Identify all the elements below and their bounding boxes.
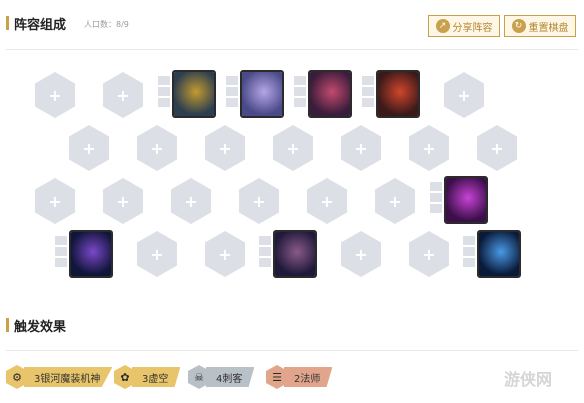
empty-slot-plus-icon: + [422, 244, 436, 264]
trait-mech[interactable]: ⚙ 3银河魔装机神 [6, 365, 113, 389]
empty-hex-slot[interactable]: + [341, 231, 381, 277]
trait-label: 3虚空 [132, 367, 181, 387]
traits-divider [6, 350, 578, 351]
empty-slot-plus-icon: + [354, 244, 368, 264]
empty-hex-slot[interactable]: + [409, 125, 449, 171]
empty-slot-plus-icon: + [116, 191, 130, 211]
champion-portrait [71, 232, 111, 276]
empty-hex-slot[interactable]: + [375, 178, 415, 224]
header-divider [6, 49, 578, 50]
reset-icon: ↻ [511, 19, 526, 33]
empty-hex-slot[interactable]: + [341, 125, 381, 171]
champion-portrait [378, 72, 418, 116]
empty-hex-slot[interactable]: + [171, 178, 211, 224]
empty-slot-plus-icon: + [354, 138, 368, 158]
item-slots [294, 76, 306, 109]
empty-slot-plus-icon: + [218, 244, 232, 264]
champion-slot-2[interactable] [240, 70, 284, 118]
title-accent-bar [6, 318, 9, 332]
reset-board-button[interactable]: ↻ 重置棋盘 [504, 15, 576, 37]
item-slots [259, 236, 271, 269]
population-value: 8/9 [116, 20, 129, 29]
empty-slot-plus-icon: + [490, 138, 504, 158]
champion-board: + + + + + + + + + + + + + + + + + + + + [0, 60, 584, 290]
item-slots [226, 76, 238, 109]
empty-slot-plus-icon: + [150, 244, 164, 264]
empty-slot-plus-icon: + [388, 191, 402, 211]
empty-hex-slot[interactable]: + [205, 231, 245, 277]
item-slots [362, 76, 374, 109]
trait-label: 2法师 [284, 367, 333, 387]
empty-slot-plus-icon: + [150, 138, 164, 158]
item-slots [55, 236, 67, 269]
champion-portrait [242, 72, 282, 116]
empty-slot-plus-icon: + [48, 191, 62, 211]
site-watermark: 游侠网 [504, 358, 578, 398]
empty-hex-slot[interactable]: + [103, 72, 143, 118]
champion-portrait [310, 72, 350, 116]
empty-hex-slot[interactable]: + [205, 125, 245, 171]
title-accent-bar [6, 16, 9, 30]
empty-slot-plus-icon: + [320, 191, 334, 211]
share-lineup-label: 分享阵容 [452, 22, 493, 34]
champion-slot-5[interactable] [444, 176, 488, 224]
champion-portrait [275, 232, 315, 276]
item-slots [463, 236, 475, 269]
empty-slot-plus-icon: + [252, 191, 266, 211]
champion-slot-6[interactable] [69, 230, 113, 278]
empty-hex-slot[interactable]: + [35, 178, 75, 224]
empty-slot-plus-icon: + [48, 85, 62, 105]
empty-hex-slot[interactable]: + [409, 231, 449, 277]
champion-portrait [479, 232, 519, 276]
champion-slot-7[interactable] [273, 230, 317, 278]
empty-slot-plus-icon: + [422, 138, 436, 158]
empty-hex-slot[interactable]: + [477, 125, 517, 171]
watermark-text: 游侠网 [504, 370, 553, 389]
traits-header: 触发效果 [0, 308, 584, 352]
population-indicator: 人口数：8/9 [84, 19, 129, 30]
empty-slot-plus-icon: + [82, 138, 96, 158]
empty-slot-plus-icon: + [184, 191, 198, 211]
share-icon: ↗ [435, 19, 450, 33]
empty-hex-slot[interactable]: + [35, 72, 75, 118]
champion-portrait [174, 72, 214, 116]
empty-slot-plus-icon: + [457, 85, 471, 105]
item-slots [430, 182, 442, 215]
empty-hex-slot[interactable]: + [137, 231, 177, 277]
traits-title: 触发效果 [14, 320, 67, 335]
trait-label: 3银河魔装机神 [24, 367, 113, 387]
empty-hex-slot[interactable]: + [69, 125, 109, 171]
empty-hex-slot[interactable]: + [103, 178, 143, 224]
empty-hex-slot[interactable]: + [307, 178, 347, 224]
trait-sorcerer[interactable]: ☰ 2法师 [266, 365, 333, 389]
population-label: 人口数： [84, 20, 116, 29]
champion-portrait [446, 178, 486, 222]
champion-slot-4[interactable] [376, 70, 420, 118]
empty-hex-slot[interactable]: + [273, 125, 313, 171]
item-slots [158, 76, 170, 109]
champion-slot-1[interactable] [172, 70, 216, 118]
champion-slot-3[interactable] [308, 70, 352, 118]
trait-label: 4刺客 [206, 367, 255, 387]
empty-slot-plus-icon: + [218, 138, 232, 158]
champion-slot-8[interactable] [477, 230, 521, 278]
empty-hex-slot[interactable]: + [444, 72, 484, 118]
empty-hex-slot[interactable]: + [239, 178, 279, 224]
empty-hex-slot[interactable]: + [137, 125, 177, 171]
trait-assassin[interactable]: ☠ 4刺客 [188, 365, 255, 389]
trait-void[interactable]: ✿ 3虚空 [114, 365, 181, 389]
reset-board-label: 重置棋盘 [528, 22, 569, 34]
empty-slot-plus-icon: + [116, 85, 130, 105]
empty-slot-plus-icon: + [286, 138, 300, 158]
share-lineup-button[interactable]: ↗ 分享阵容 [428, 15, 500, 37]
lineup-title: 阵容组成 [14, 18, 67, 33]
